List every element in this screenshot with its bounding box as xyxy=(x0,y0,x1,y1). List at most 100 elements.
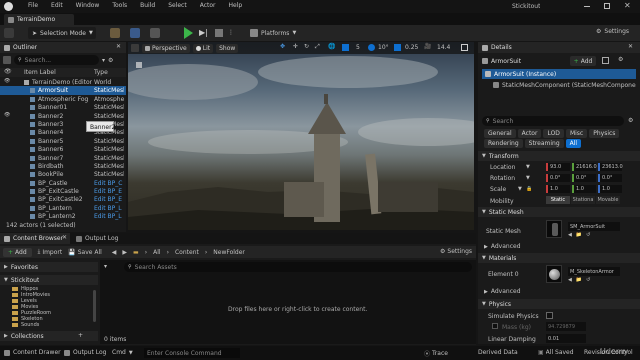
scl-field-y[interactable]: 1.0 xyxy=(572,185,596,193)
outliner-row[interactable]: BP_ExitCastle Edit BP_E xyxy=(0,187,126,195)
mass-checkbox[interactable] xyxy=(492,323,498,329)
static-mesh-section-header[interactable]: ▼ Static Mesh xyxy=(478,207,640,217)
back-icon[interactable]: ◀ xyxy=(112,249,117,256)
outliner-row[interactable]: Banner01 StaticMesh xyxy=(0,103,126,111)
filter-tab-physics[interactable]: Physics xyxy=(589,129,620,138)
material-dropdown[interactable]: M_SkeletonArmor xyxy=(568,267,620,276)
blueprint-icon[interactable] xyxy=(130,28,140,38)
rotation-label[interactable]: Rotation xyxy=(490,175,515,182)
scale-lock-icon[interactable]: 🔒 xyxy=(526,186,532,192)
selection-mode-button[interactable]: ➤ Selection Mode ▼ xyxy=(28,27,96,39)
rotate-tool-icon[interactable]: ↻ xyxy=(304,43,309,50)
select-tool-icon[interactable]: ✥ xyxy=(280,43,285,50)
content-drawer-button[interactable]: Content Drawer xyxy=(4,349,61,356)
material-browse-icon[interactable]: ◀ xyxy=(568,277,572,283)
step-icon[interactable]: ▶| xyxy=(199,28,208,37)
loc-field-x[interactable]: 93.0 xyxy=(546,163,570,171)
move-tool-icon[interactable]: ✛ xyxy=(293,43,298,50)
content-icon[interactable] xyxy=(110,28,120,38)
outliner-row[interactable]: BP_Lantern Edit BP_L xyxy=(0,204,126,212)
material-thumbnail[interactable] xyxy=(546,265,562,283)
details-settings-icon[interactable]: ⚙ xyxy=(618,56,623,63)
outliner-row[interactable]: Banner5 StaticMesh xyxy=(0,137,126,145)
material-folder-icon[interactable]: 📁 xyxy=(576,277,582,283)
add-filter-icon[interactable] xyxy=(3,56,11,64)
scale-snap-value[interactable]: 0.25 xyxy=(405,44,418,51)
layout-icon[interactable] xyxy=(602,57,609,64)
use-selected-icon[interactable]: 📁 xyxy=(576,232,582,238)
reset-icon[interactable]: ↺ xyxy=(586,232,590,238)
add-component-button[interactable]: + Add xyxy=(570,56,596,66)
static-mesh-advanced[interactable]: ▶ Advanced xyxy=(484,243,521,250)
simulate-physics-checkbox[interactable] xyxy=(546,312,553,319)
cinematics-icon[interactable] xyxy=(150,28,160,38)
linear-damping-field[interactable]: 0.01 xyxy=(546,334,586,343)
outliner-item-type[interactable]: Edit BP_E xyxy=(94,188,124,195)
visibility-eye-icon[interactable]: 👁 xyxy=(4,112,10,118)
menu-item-window[interactable]: Window xyxy=(76,2,100,9)
breadcrumb-newfolder[interactable]: NewFolder xyxy=(213,249,245,256)
cb-settings-button[interactable]: ⚙ Settings xyxy=(440,248,472,255)
content-browser-tab[interactable]: Content Browser xyxy=(0,233,70,244)
outliner-item-type[interactable]: Edit BP_L xyxy=(94,205,124,212)
world-icon[interactable]: 🌐 xyxy=(328,43,335,50)
scale-label[interactable]: Scale xyxy=(490,186,506,193)
close-icon[interactable]: ✕ xyxy=(116,43,121,50)
viewport-menu-icon[interactable] xyxy=(131,44,139,52)
maximize-viewport-icon[interactable] xyxy=(461,44,468,51)
save-icon[interactable] xyxy=(4,28,14,38)
unreal-logo-icon[interactable] xyxy=(4,2,13,11)
favorites-header[interactable]: ▶ Favorites xyxy=(0,262,98,272)
grid-snap-value[interactable]: 5 xyxy=(356,44,360,51)
scl-field-z[interactable]: 1.0 xyxy=(598,185,622,193)
scale-dropdown-icon[interactable]: ▼ xyxy=(518,186,522,192)
filter-tab-actor[interactable]: Actor xyxy=(517,129,542,138)
outliner-row[interactable]: Banner6 StaticMesh xyxy=(0,145,126,153)
filter-tab-all[interactable]: All xyxy=(565,139,582,148)
maximize-icon[interactable] xyxy=(604,3,610,9)
scale-tool-icon[interactable]: ⤢ xyxy=(315,43,320,51)
location-label[interactable]: Location xyxy=(490,164,515,171)
outliner-row[interactable]: BookPile StaticMesh xyxy=(0,170,126,178)
loc-field-y[interactable]: 21616.0 xyxy=(572,163,597,171)
filter-tab-streaming[interactable]: Streaming xyxy=(524,139,564,148)
grid-snap-icon[interactable] xyxy=(342,44,349,51)
menu-item-file[interactable]: File xyxy=(28,2,38,9)
outliner-row[interactable]: BP_Lantern2 Edit BP_L xyxy=(0,212,126,220)
outliner-row[interactable]: 👁 Banner2 StaticMesh xyxy=(0,112,126,120)
outliner-row[interactable]: BP_ExitCastle2 Edit BP_E xyxy=(0,195,126,203)
show-button[interactable]: Show xyxy=(216,43,239,53)
viewport[interactable]: Perspective Lit Show ✥ ✛ ↻ ⤢ 🌐 5 10° 0.2… xyxy=(128,42,474,230)
visibility-eye-icon[interactable]: 👁 xyxy=(4,78,10,84)
camera-speed-value[interactable]: 14.4 xyxy=(437,44,450,51)
browse-icon[interactable]: ◀ xyxy=(568,232,572,238)
project-header[interactable]: ▼ Stickitout xyxy=(0,275,98,285)
outliner-row[interactable]: BP_Castle Edit BP_C xyxy=(0,179,126,187)
all-saved-button[interactable]: ▣ All Saved xyxy=(538,349,574,356)
lit-button[interactable]: Lit xyxy=(192,43,214,53)
menu-item-actor[interactable]: Actor xyxy=(200,2,216,9)
mass-field[interactable]: 94.729879 xyxy=(546,322,586,331)
component-mesh-row[interactable]: StaticMeshComponent (StaticMeshComponent… xyxy=(490,80,636,90)
cb-save-all-button[interactable]: 💾 Save All xyxy=(68,249,102,256)
forward-icon[interactable]: ▶ xyxy=(122,249,127,256)
play-options-icon[interactable]: ⋮ xyxy=(228,29,234,36)
filter-icon[interactable]: ▾ xyxy=(102,57,105,64)
materials-advanced[interactable]: ▶ Advanced xyxy=(484,288,521,295)
cb-tree-scrollbar[interactable] xyxy=(93,290,96,322)
rotation-snap-icon[interactable] xyxy=(368,44,375,51)
outliner-item-type[interactable]: Edit BP_C xyxy=(94,180,124,187)
minimize-icon[interactable] xyxy=(584,6,590,7)
rotation-snap-value[interactable]: 10° xyxy=(378,44,389,51)
derived-data-button[interactable]: Derived Data xyxy=(478,349,518,356)
rot-field-y[interactable]: 0.0° xyxy=(572,174,596,182)
content-browser-close-icon[interactable]: ✕ xyxy=(62,234,67,241)
cb-asset-area[interactable]: ▾ ⚲ Search Assets Drop files here or rig… xyxy=(100,260,476,344)
collections-header[interactable]: ▶ Collections + xyxy=(0,331,98,341)
menu-item-tools[interactable]: Tools xyxy=(112,2,127,9)
location-dropdown-icon[interactable]: ▼ xyxy=(526,164,530,170)
details-search-input[interactable]: ⚲ Search xyxy=(482,116,624,126)
cmd-button[interactable]: Cmd ▼ xyxy=(112,349,133,356)
outliner-item-type[interactable]: Edit BP_E xyxy=(94,196,124,203)
asset-search-input[interactable]: ⚲ Search Assets xyxy=(124,262,472,272)
